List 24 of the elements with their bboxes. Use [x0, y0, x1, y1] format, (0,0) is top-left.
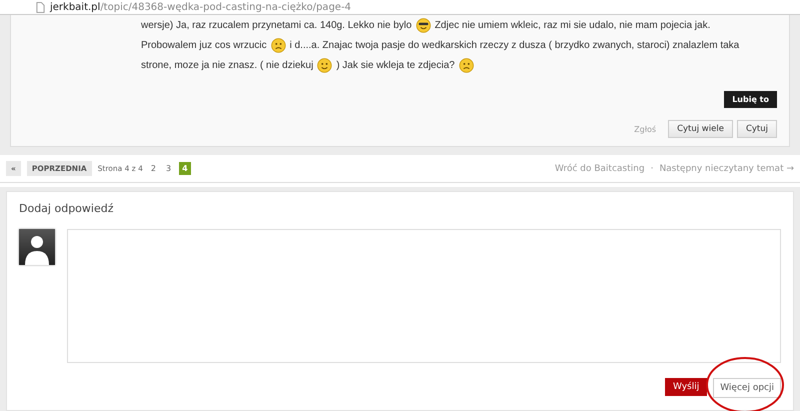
quote-button[interactable]: Cytuj	[736, 120, 777, 138]
reply-title: Dodaj odpowiedź	[19, 202, 114, 215]
post-text: strone, moze ja nie znasz. ( nie dziekuj	[141, 60, 314, 70]
post-text: i d....a. Znajac twoja pasje do wedkarskich rzeczy z dusza ( brzydko zwanych, staroci) znalazlem taka	[290, 40, 740, 50]
page-link[interactable]: 3	[164, 162, 174, 175]
post-text: Probowalem juz cos wrzucic	[141, 40, 267, 50]
post-text: wersje) Ja, raz rzucalem przynetami ca. 140g. Lekko nie bylo	[141, 20, 412, 30]
separator-dot: ·	[650, 164, 654, 174]
send-button[interactable]: Wyślij	[664, 378, 708, 396]
post-text: Zdjec nie umiem wkleic, raz mi sie udalo, nie mam pojecia jak.	[434, 20, 710, 30]
smiley-icon	[317, 58, 332, 72]
sad-face-icon	[270, 38, 286, 52]
url-text: jerkbait.pl/topic/48368-wędka-pod-casting-na-ciężko/page-4	[50, 2, 352, 12]
address-bar[interactable]: jerkbait.pl/topic/48368-wędka-pod-casting-na-ciężko/page-4	[0, 0, 800, 15]
quote-button[interactable]: Cytuj wiele	[668, 120, 733, 138]
more-options-button[interactable]: Więcej opcji	[713, 378, 781, 398]
sunglasses-smiley-icon	[416, 18, 431, 32]
avatar-silhouette-icon	[19, 229, 55, 265]
page-icon	[36, 2, 45, 12]
reply-text-field[interactable]	[67, 229, 781, 363]
like-button[interactable]: Lubię to	[724, 91, 777, 108]
page-link[interactable]: 2	[148, 162, 158, 175]
post-text: ) Jak sie wkleja te zdjecia?	[336, 60, 455, 70]
sad-face-icon	[458, 58, 474, 72]
